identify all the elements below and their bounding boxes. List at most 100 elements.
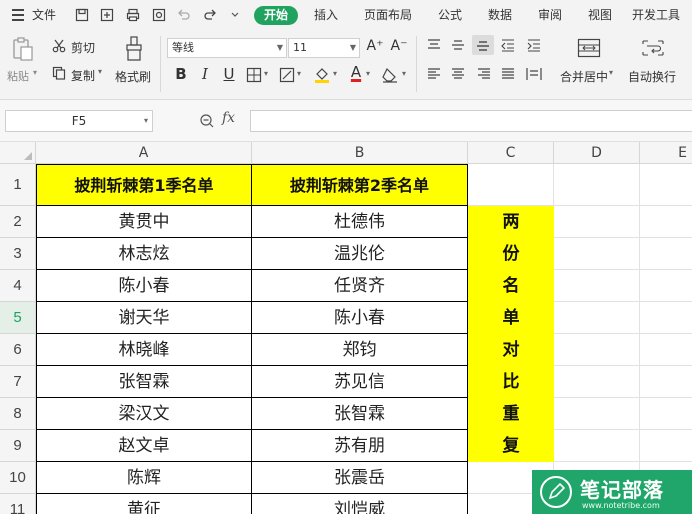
export-icon[interactable] [97,0,117,30]
cell-a2[interactable]: 黄贯中 [36,206,252,238]
wrap-text-icon[interactable] [641,38,665,61]
clear-format-icon[interactable] [381,67,399,86]
cell-b8[interactable]: 张智霖 [252,398,468,430]
merge-dropdown-icon[interactable]: ▾ [609,68,613,77]
cell-a4[interactable]: 陈小春 [36,270,252,302]
row-header-4[interactable]: 4 [0,270,36,302]
save-icon[interactable] [72,0,92,30]
cell-c2[interactable]: 两 [468,206,554,238]
tab-home[interactable]: 开始 [254,6,298,25]
cell-a7[interactable]: 张智霖 [36,366,252,398]
cell-b6[interactable]: 郑钧 [252,334,468,366]
column-header-d[interactable]: D [554,142,640,164]
tab-formulas[interactable]: 公式 [430,0,470,30]
fill-color-dropdown-icon[interactable]: ▾ [333,69,337,78]
row-header-7[interactable]: 7 [0,366,36,398]
clear-format-dropdown-icon[interactable]: ▾ [402,69,406,78]
row-header-8[interactable]: 8 [0,398,36,430]
format-painter-icon[interactable] [124,36,144,65]
cell-c6[interactable]: 对 [468,334,554,366]
formula-input[interactable] [250,110,692,132]
border-icon[interactable] [246,67,262,86]
cell-b5[interactable]: 陈小春 [252,302,468,334]
grow-font-icon[interactable]: A⁺ [366,38,384,54]
italic-button[interactable]: I [196,65,214,83]
distributed-align-icon[interactable] [526,67,542,84]
name-box[interactable]: F5 ▾ [5,110,153,132]
cell-a8[interactable]: 梁汉文 [36,398,252,430]
cell-c9[interactable]: 复 [468,430,554,462]
header-cell-season1[interactable]: 披荆斩棘第1季名单 [36,164,252,206]
underline-button[interactable]: U [220,65,238,83]
cell-c8[interactable]: 重 [468,398,554,430]
cell-b11[interactable]: 刘恺威 [252,494,468,514]
customize-icon[interactable] [225,0,245,30]
tab-data[interactable]: 数据 [480,0,520,30]
tab-review[interactable]: 审阅 [530,0,570,30]
print-preview-icon[interactable] [149,0,169,30]
row-header-5[interactable]: 5 [0,302,36,334]
cell-a3[interactable]: 林志炫 [36,238,252,270]
align-left-icon[interactable] [426,67,442,84]
cell-c5[interactable]: 单 [468,302,554,334]
row-header-1[interactable]: 1 [0,164,36,206]
cell-a10[interactable]: 陈辉 [36,462,252,494]
cell-b7[interactable]: 苏见信 [252,366,468,398]
decrease-indent-icon[interactable] [500,38,516,55]
font-name-select[interactable]: 等线 ▼ [167,38,287,58]
tab-developer[interactable]: 开发工具 [632,0,692,30]
copy-dropdown-icon[interactable]: ▾ [98,67,102,76]
cell-b10[interactable]: 张震岳 [252,462,468,494]
paste-button[interactable]: 粘贴 [7,68,29,84]
font-color-dropdown-icon[interactable]: ▾ [366,69,370,78]
copy-icon[interactable] [52,66,66,83]
cell-c4[interactable]: 名 [468,270,554,302]
bold-button[interactable]: B [172,65,190,83]
align-bottom-icon[interactable] [472,35,494,55]
increase-indent-icon[interactable] [526,38,542,55]
font-size-select[interactable]: 11 ▼ [288,38,360,58]
cell-c3[interactable]: 份 [468,238,554,270]
justify-icon[interactable] [500,67,516,84]
paste-icon[interactable] [12,36,34,65]
cell-style-icon[interactable] [279,67,295,86]
cell-c7[interactable]: 比 [468,366,554,398]
row-header-6[interactable]: 6 [0,334,36,366]
redo-icon[interactable] [200,0,220,30]
row-header-10[interactable]: 10 [0,462,36,494]
align-middle-icon[interactable] [450,38,466,55]
header-cell-season2[interactable]: 披荆斩棘第2季名单 [252,164,468,206]
tab-page-layout[interactable]: 页面布局 [357,0,419,30]
cell-a11[interactable]: 黄征 [36,494,252,514]
align-top-icon[interactable] [426,38,442,55]
cell-b4[interactable]: 任贤齐 [252,270,468,302]
format-painter-button[interactable]: 格式刷 [115,68,151,85]
cell-b9[interactable]: 苏有朋 [252,430,468,462]
cut-button[interactable]: 剪切 [71,39,95,56]
border-dropdown-icon[interactable]: ▾ [264,69,268,78]
tab-insert[interactable]: 插入 [306,0,346,30]
undo-icon[interactable] [174,0,194,30]
wrap-text-button[interactable]: 自动换行 [628,68,676,85]
column-header-c[interactable]: C [468,142,554,164]
fill-color-icon[interactable] [313,66,331,87]
paste-dropdown-icon[interactable]: ▾ [33,68,37,77]
function-icon[interactable]: fx [222,110,235,126]
merge-center-icon[interactable] [577,38,601,61]
merge-center-button[interactable]: 合并居中 [560,68,608,85]
row-header-9[interactable]: 9 [0,430,36,462]
row-header-11[interactable]: 11 [0,494,36,514]
row-header-3[interactable]: 3 [0,238,36,270]
tab-view[interactable]: 视图 [580,0,620,30]
copy-button[interactable]: 复制 [71,67,95,84]
cell-b3[interactable]: 温兆伦 [252,238,468,270]
cell-a5[interactable]: 谢天华 [36,302,252,334]
shrink-font-icon[interactable]: A⁻ [390,38,408,54]
select-all-button[interactable] [0,142,36,164]
zoom-formula-icon[interactable] [199,113,215,132]
cell-b2[interactable]: 杜德伟 [252,206,468,238]
cell-style-dropdown-icon[interactable]: ▾ [297,69,301,78]
file-menu[interactable]: 文件 [32,0,56,30]
row-header-2[interactable]: 2 [0,206,36,238]
align-right-icon[interactable] [476,67,492,84]
